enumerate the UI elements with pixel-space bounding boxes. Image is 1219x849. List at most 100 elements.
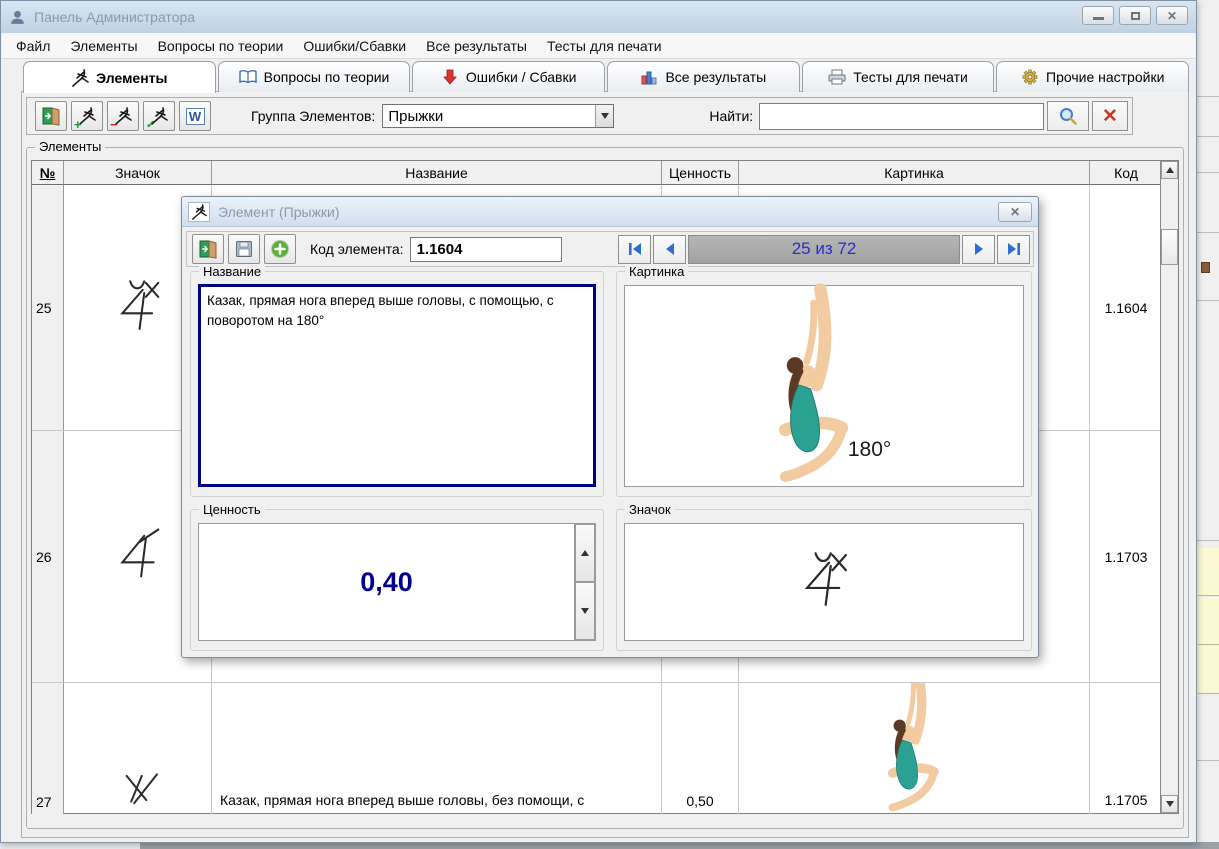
value-spinner xyxy=(574,524,595,640)
tab-other-settings[interactable]: Прочие настройки xyxy=(996,61,1189,92)
gear-icon xyxy=(1021,69,1039,85)
menu-item-all-results[interactable]: Все результаты xyxy=(416,34,537,58)
spinner-up-button[interactable] xyxy=(575,524,595,582)
dialog-toolbar: Код элемента: 25 из 72 xyxy=(186,231,1034,267)
tab-errors-deductions[interactable]: Ошибки / Сбавки xyxy=(412,61,605,92)
save-button[interactable] xyxy=(228,234,260,264)
picture-groupbox: Картинка 180° xyxy=(616,271,1032,497)
name-groupbox: Название Казак, прямая нога вперед выше … xyxy=(190,271,604,497)
tab-all-results[interactable]: Все результаты xyxy=(607,61,800,92)
menu-item-elements[interactable]: Элементы xyxy=(60,34,147,58)
minimize-button[interactable] xyxy=(1082,6,1114,25)
gymnast-icon xyxy=(71,70,89,86)
scroll-down-button[interactable] xyxy=(1161,795,1178,813)
dialog-close-button[interactable]: ✕ xyxy=(998,202,1032,222)
restore-icon xyxy=(1131,12,1140,20)
code-cell: 1.1705 xyxy=(1090,683,1162,814)
dialog-title: Элемент (Прыжки) xyxy=(218,204,998,220)
minus-badge: − xyxy=(110,118,118,131)
symbol-box xyxy=(624,523,1024,641)
element-symbol xyxy=(797,549,851,616)
tab-label: Ошибки / Сбавки xyxy=(466,69,577,85)
column-header-value[interactable]: Ценность xyxy=(662,161,739,185)
dialog-titlebar[interactable]: Элемент (Прыжки) ✕ xyxy=(182,197,1038,227)
plus-badge: + xyxy=(74,118,82,131)
new-element-button[interactable] xyxy=(264,234,296,264)
close-icon: ✕ xyxy=(1010,205,1020,219)
menu-item-errors-deductions[interactable]: Ошибки/Сбавки xyxy=(293,34,416,58)
column-header-code[interactable]: Код xyxy=(1090,161,1162,185)
element-code-input[interactable] xyxy=(410,237,562,262)
column-header-picture[interactable]: Картинка xyxy=(739,161,1090,185)
clear-search-button[interactable]: ✕ xyxy=(1092,101,1128,131)
scroll-up-button[interactable] xyxy=(1161,161,1178,179)
tab-elements[interactable]: Элементы xyxy=(23,61,216,93)
triangle-up-icon xyxy=(581,550,589,556)
find-label: Найти: xyxy=(709,108,753,124)
menu-item-theory-questions[interactable]: Вопросы по теории xyxy=(148,34,294,58)
value-cell: 0,50 xyxy=(662,683,739,814)
menu-bar: Файл Элементы Вопросы по теории Ошибки/С… xyxy=(2,33,1195,59)
main-toolbar: + − ✓ W Группа Элементов: Прыжки Найти: xyxy=(26,97,1133,135)
tab-label: Вопросы по теории xyxy=(264,69,390,85)
row-num: 25 xyxy=(32,185,64,430)
background-window-sliver xyxy=(1196,0,1219,849)
table-scrollbar[interactable] xyxy=(1160,161,1178,813)
window-titlebar[interactable]: Панель Администратора ✕ xyxy=(1,1,1196,33)
column-header-num[interactable]: № xyxy=(32,161,64,185)
restore-button[interactable] xyxy=(1119,6,1151,25)
menu-item-print-tests[interactable]: Тесты для печати xyxy=(537,34,672,58)
background-bottom-strip xyxy=(140,842,1219,849)
delete-element-button[interactable]: − xyxy=(107,101,139,131)
background-mini-icon xyxy=(1201,262,1210,273)
close-button[interactable]: ✕ xyxy=(1156,6,1188,25)
tab-theory-questions[interactable]: Вопросы по теории xyxy=(218,61,411,92)
search-input[interactable] xyxy=(759,103,1044,130)
code-cell: 1.1703 xyxy=(1090,431,1162,682)
edit-element-button[interactable]: ✓ xyxy=(143,101,175,131)
search-button[interactable] xyxy=(1047,101,1089,131)
column-header-symbol[interactable]: Значок xyxy=(64,161,212,185)
word-icon: W xyxy=(186,108,205,125)
first-record-button[interactable] xyxy=(618,235,651,264)
book-icon xyxy=(239,69,257,85)
code-label: Код элемента: xyxy=(310,241,404,257)
admin-panel-window: Панель Администратора ✕ Файл Элементы Во… xyxy=(0,0,1197,843)
spinner-down-button[interactable] xyxy=(575,582,595,640)
group-label: Группа Элементов: xyxy=(251,108,375,124)
screen: Панель Администратора ✕ Файл Элементы Во… xyxy=(0,0,1219,849)
last-record-button[interactable] xyxy=(997,235,1030,264)
element-dialog: Элемент (Прыжки) ✕ Код элемента: xyxy=(181,196,1039,658)
exit-button[interactable] xyxy=(35,101,67,131)
element-value: 0,50 xyxy=(662,793,738,809)
red-x-icon: ✕ xyxy=(1102,107,1118,126)
element-group-combobox[interactable]: Прыжки xyxy=(382,104,614,128)
triangle-up-icon xyxy=(1166,167,1174,173)
next-record-button[interactable] xyxy=(962,235,995,264)
tab-strip: Элементы Вопросы по теории Ошибки / Сбав… xyxy=(23,61,1189,92)
symbol-group-label: Значок xyxy=(625,502,675,517)
element-name: Казак, прямая нога вперед выше головы, б… xyxy=(220,792,584,808)
export-word-button[interactable]: W xyxy=(179,101,211,131)
tab-label: Прочие настройки xyxy=(1046,69,1164,85)
value-box: 0,40 xyxy=(198,523,596,641)
gymnast-picture xyxy=(871,683,957,814)
code-cell: 1.1604 xyxy=(1090,185,1162,430)
element-symbol-27 xyxy=(116,769,160,812)
add-element-button[interactable]: + xyxy=(71,101,103,131)
element-symbol-25 xyxy=(113,276,163,339)
tab-print-tests[interactable]: Тесты для печати xyxy=(802,61,995,92)
dialog-exit-button[interactable] xyxy=(192,234,224,264)
element-name-textarea[interactable]: Казак, прямая нога вперед выше головы, с… xyxy=(198,284,596,487)
scrollbar-thumb[interactable] xyxy=(1161,229,1178,265)
picture-group-label: Картинка xyxy=(625,264,688,279)
row-num: 27 xyxy=(32,683,64,814)
green-plus-icon xyxy=(270,239,290,259)
chevron-down-icon[interactable] xyxy=(595,105,613,127)
next-icon xyxy=(971,242,987,256)
menu-item-file[interactable]: Файл xyxy=(6,34,60,58)
column-header-name[interactable]: Название xyxy=(212,161,662,185)
previous-record-button[interactable] xyxy=(653,235,686,264)
table-row-27[interactable]: 27 Казак, прямая нога вперед выше головы… xyxy=(32,683,1162,814)
bar-chart-icon xyxy=(640,69,658,85)
